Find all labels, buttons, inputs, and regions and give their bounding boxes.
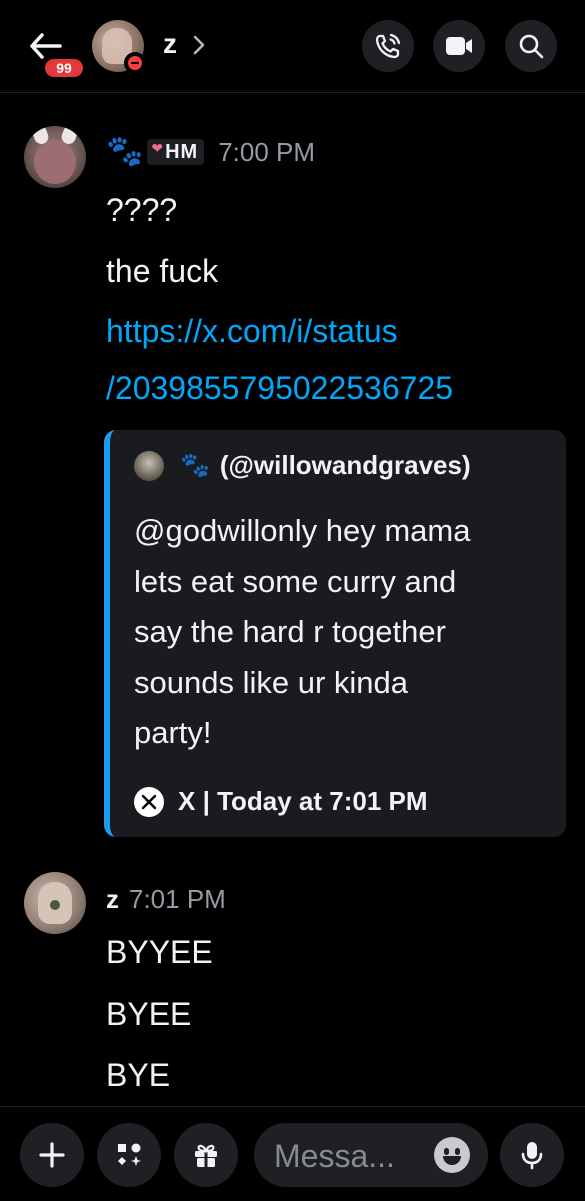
message-header: z 7:01 PM [106, 884, 226, 915]
embed-author-avatar [134, 450, 164, 481]
embed-author[interactable]: 🐾 (@willowandgraves) [134, 450, 471, 481]
embed-line: @godwillonly hey mama [134, 513, 471, 548]
video-camera-icon [446, 37, 472, 55]
role-tag-label: HM [165, 140, 199, 163]
gift-button[interactable] [174, 1123, 238, 1187]
message-text: ???? [106, 192, 178, 228]
apps-button[interactable] [97, 1123, 161, 1187]
embed-line: say the hard r together [134, 614, 446, 649]
embed-line: sounds like ur kinda [134, 664, 408, 700]
message-input-placeholder: Messa... [274, 1138, 395, 1174]
message-timestamp: 7:01 PM [129, 884, 226, 914]
embed-footer-text: X | Today at 7:01 PM [178, 786, 428, 816]
author-name[interactable]: z [106, 884, 119, 915]
embed-author-handle: (@willowandgraves) [219, 450, 471, 480]
apps-icon [118, 1143, 141, 1166]
message-header: 🐾 ❤ HM 7:00 PM [106, 136, 315, 168]
avatar-image [34, 140, 76, 184]
chevron-right-icon[interactable] [192, 34, 206, 56]
message-input[interactable]: Messa... [254, 1123, 488, 1187]
message-link[interactable]: https://x.com/i/status [106, 313, 398, 350]
message-author-avatar[interactable] [24, 872, 86, 934]
phone-call-icon [375, 33, 401, 59]
message-author-avatar[interactable] [24, 126, 86, 188]
link-embed[interactable]: 🐾 (@willowandgraves) @godwillonly hey ma… [104, 430, 566, 837]
message-link[interactable]: /2039855795022536725 [106, 370, 453, 407]
embed-line: lets eat some curry and [134, 563, 457, 599]
voice-call-button[interactable] [362, 20, 414, 72]
channel-name[interactable]: z [163, 28, 177, 60]
search-icon [519, 34, 544, 59]
microphone-icon [521, 1142, 543, 1170]
message-text: BYE [106, 1057, 171, 1093]
embed-description: @godwillonly hey mama lets eat some curr… [134, 506, 554, 759]
message-timestamp: 7:00 PM [218, 136, 316, 167]
emoji-icon[interactable] [434, 1137, 470, 1173]
author-name[interactable]: 🐾 [106, 136, 143, 168]
attach-button[interactable] [20, 1123, 84, 1187]
gift-icon [195, 1144, 217, 1167]
heart-icon: ❤ [151, 139, 164, 156]
embed-line: party! [134, 715, 212, 750]
channel-header: 99 z [0, 0, 585, 93]
message-text: BYEE [106, 996, 192, 1032]
video-call-button[interactable] [433, 20, 485, 72]
message-composer: Messa... [0, 1106, 585, 1201]
search-button[interactable] [505, 20, 557, 72]
voice-message-button[interactable] [500, 1123, 564, 1187]
dnd-status-icon [124, 52, 146, 74]
message-text: the fuck [106, 253, 219, 289]
unread-badge: 99 [42, 56, 86, 80]
embed-author-emoji: 🐾 [180, 452, 210, 479]
embed-footer: X | Today at 7:01 PM [134, 786, 428, 817]
role-tag[interactable]: ❤ HM [147, 139, 205, 165]
plus-icon [39, 1142, 65, 1168]
x-logo-icon [134, 786, 164, 817]
message-text: BYYEE [106, 934, 213, 970]
